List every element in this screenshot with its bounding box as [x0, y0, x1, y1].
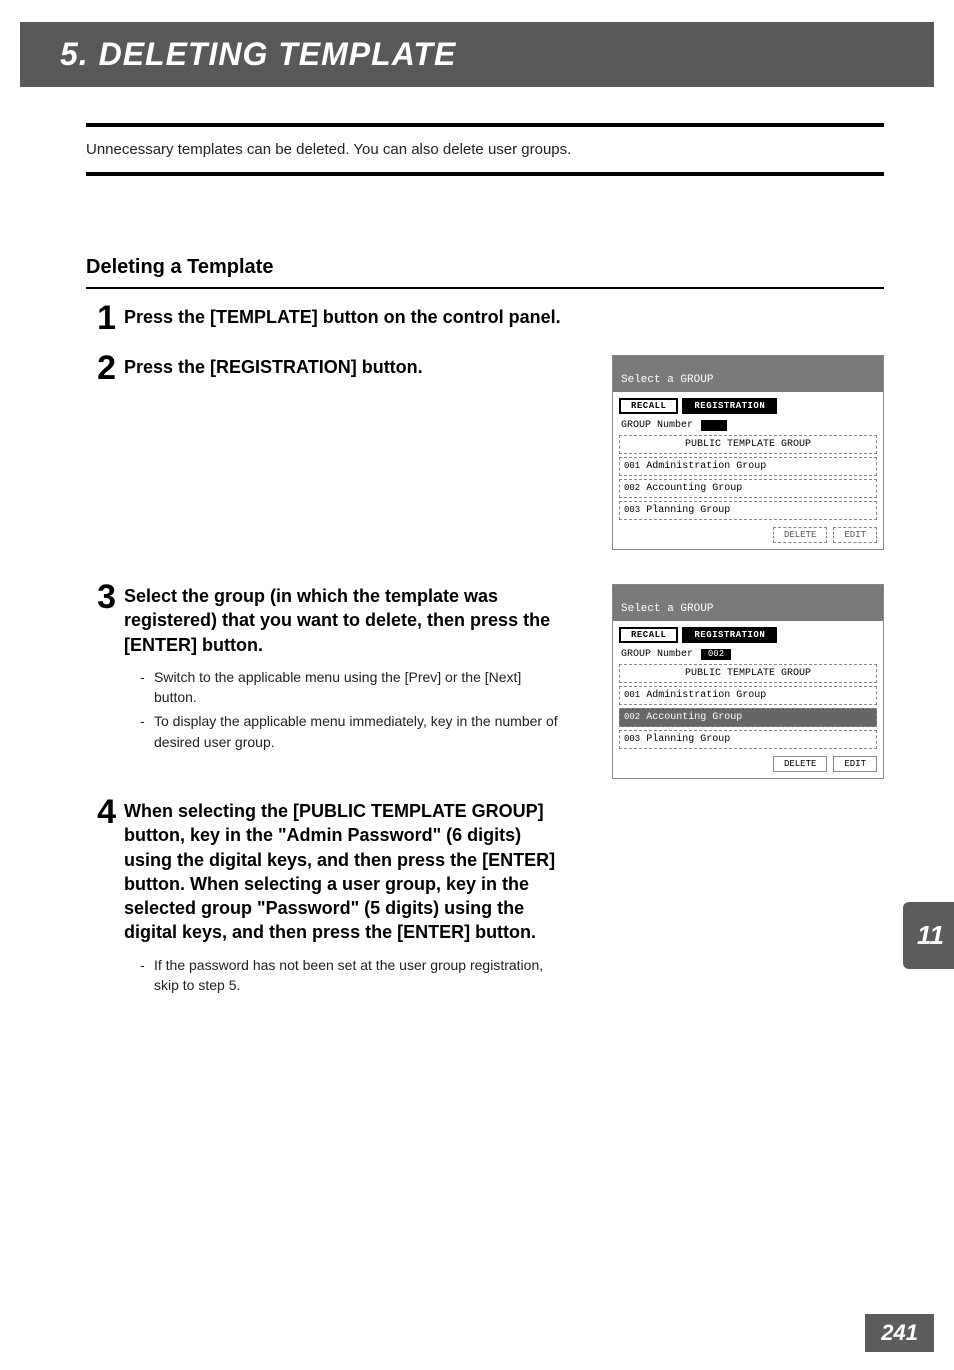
list-item[interactable]: 003Planning Group: [619, 501, 877, 520]
page-number: 241: [865, 1314, 934, 1352]
group-number-label: GROUP Number: [621, 420, 693, 431]
device-title: Select a GROUP: [613, 356, 883, 392]
divider: [86, 172, 884, 176]
chapter-header-bar: 5. DELETING TEMPLATE: [20, 22, 934, 87]
step-number: 3: [86, 580, 124, 614]
device-screen: Select a GROUP RECALL REGISTRATION GROUP…: [612, 355, 884, 550]
tab-recall[interactable]: RECALL: [619, 627, 678, 643]
list-item[interactable]: PUBLIC TEMPLATE GROUP: [619, 435, 877, 454]
step-notes: If the password has not been set at the …: [124, 955, 564, 996]
list-item[interactable]: 001Administration Group: [619, 686, 877, 705]
tab-recall[interactable]: RECALL: [619, 398, 678, 414]
step-note: To display the applicable menu immediate…: [140, 711, 564, 752]
step-text: When selecting the [PUBLIC TEMPLATE GROU…: [124, 799, 564, 945]
step-item: 3 Select the group (in which the templat…: [86, 580, 884, 779]
group-number-label: GROUP Number: [621, 649, 693, 660]
tab-registration[interactable]: REGISTRATION: [682, 627, 777, 643]
device-title: Select a GROUP: [613, 585, 883, 621]
group-number-field[interactable]: [701, 420, 727, 431]
step-number: 2: [86, 351, 124, 385]
step-note: Switch to the applicable menu using the …: [140, 667, 564, 708]
list-item[interactable]: 003Planning Group: [619, 730, 877, 749]
delete-button[interactable]: DELETE: [773, 527, 827, 543]
list-item-selected[interactable]: 002Accounting Group: [619, 708, 877, 727]
step-text: Press the [TEMPLATE] button on the contr…: [124, 305, 884, 329]
chapter-tab: 11: [903, 902, 954, 969]
list-item[interactable]: 002Accounting Group: [619, 479, 877, 498]
list-item[interactable]: 001Administration Group: [619, 457, 877, 476]
step-number: 1: [86, 301, 124, 335]
page-content: Unnecessary templates can be deleted. Yo…: [0, 123, 954, 999]
chapter-title: 5. DELETING TEMPLATE: [60, 36, 910, 73]
step-number: 4: [86, 795, 124, 829]
group-number-field[interactable]: 002: [701, 649, 731, 660]
step-item: 2 Press the [REGISTRATION] button. Selec…: [86, 351, 884, 550]
section-heading: Deleting a Template: [86, 256, 884, 289]
step-text: Press the [REGISTRATION] button.: [124, 355, 564, 379]
divider: [86, 123, 884, 127]
steps-list: 1 Press the [TEMPLATE] button on the con…: [86, 301, 884, 999]
device-screen: Select a GROUP RECALL REGISTRATION GROUP…: [612, 584, 884, 779]
step-notes: Switch to the applicable menu using the …: [124, 667, 564, 752]
step-note: If the password has not been set at the …: [140, 955, 564, 996]
section-title: Deleting a Template: [86, 256, 884, 279]
edit-button[interactable]: EDIT: [833, 756, 877, 772]
edit-button[interactable]: EDIT: [833, 527, 877, 543]
step-item: 4 When selecting the [PUBLIC TEMPLATE GR…: [86, 795, 884, 999]
tab-registration[interactable]: REGISTRATION: [682, 398, 777, 414]
intro-text: Unnecessary templates can be deleted. Yo…: [86, 141, 884, 158]
list-item[interactable]: PUBLIC TEMPLATE GROUP: [619, 664, 877, 683]
delete-button[interactable]: DELETE: [773, 756, 827, 772]
step-item: 1 Press the [TEMPLATE] button on the con…: [86, 301, 884, 335]
step-text: Select the group (in which the template …: [124, 584, 564, 657]
